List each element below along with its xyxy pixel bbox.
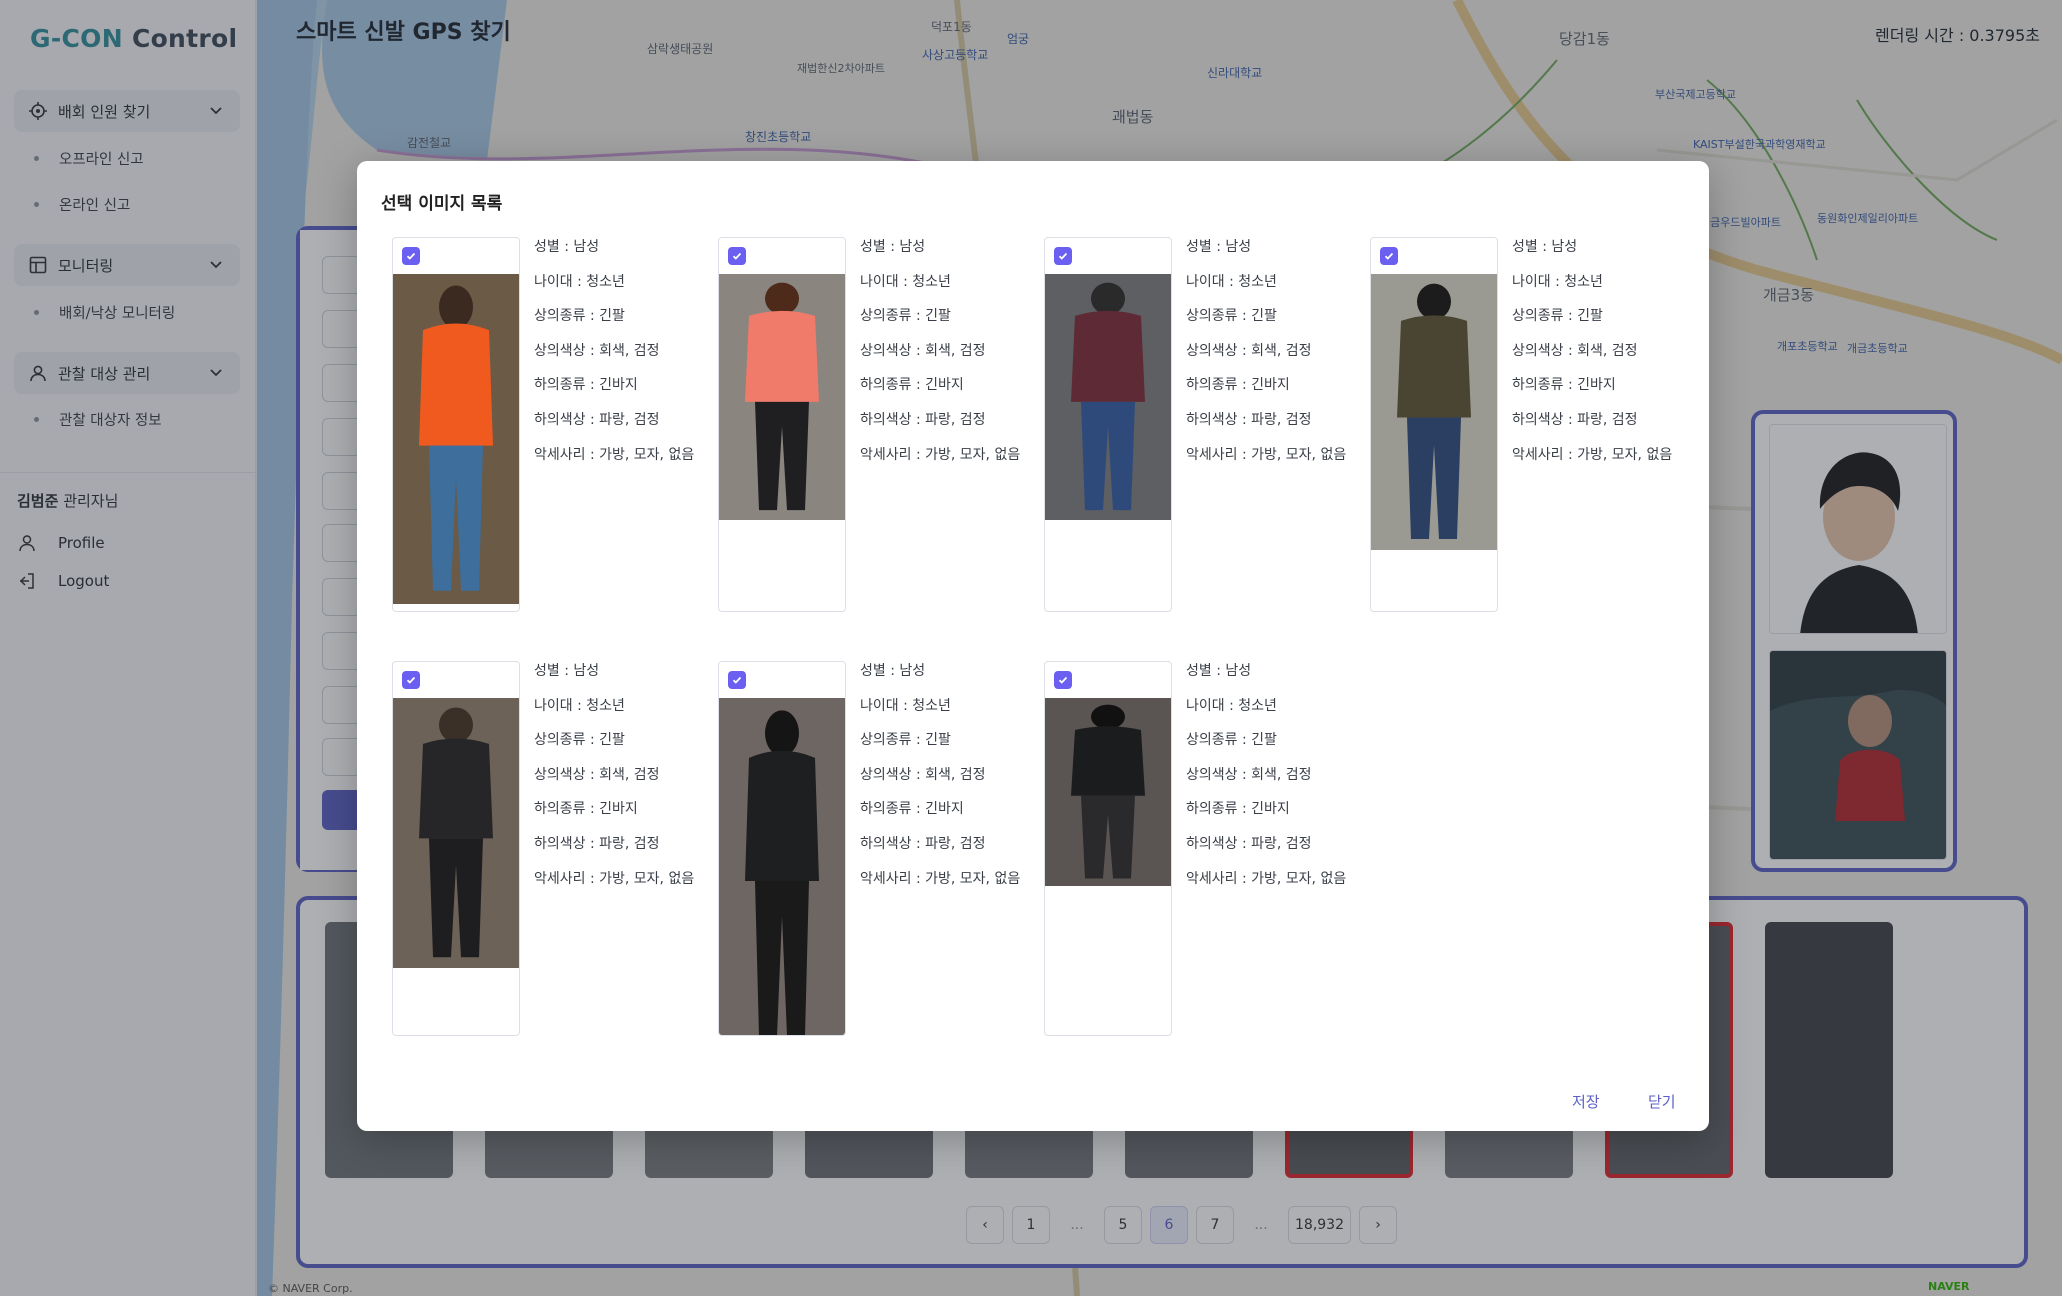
attribute-list: 성별 : 남성나이대 : 청소년상의종류 : 긴팔상의색상 : 회색, 검정하의… <box>1186 662 1346 904</box>
attribute-bottom-type: 하의종류 : 긴바지 <box>534 377 638 394</box>
attribute-bottom-type: 하의종류 : 긴바지 <box>860 801 964 818</box>
attribute-top-color: 상의색상 : 회색, 검정 <box>534 766 660 783</box>
attribute-list: 성별 : 남성나이대 : 청소년상의종류 : 긴팔상의색상 : 회색, 검정하의… <box>1186 238 1346 480</box>
attribute-top-color: 상의색상 : 회색, 검정 <box>860 342 986 359</box>
image-frame[interactable] <box>1044 237 1172 612</box>
attribute-accessory: 악세사리 : 가방, 모자, 없음 <box>1186 870 1347 887</box>
attribute-bottom-color: 하의색상 : 파랑, 검정 <box>1186 835 1312 852</box>
attribute-top-type: 상의종류 : 긴팔 <box>860 732 951 749</box>
attribute-top-type: 상의종류 : 긴팔 <box>1186 732 1277 749</box>
attribute-top-color: 상의색상 : 회색, 검정 <box>534 342 660 359</box>
attribute-bottom-type: 하의종류 : 긴바지 <box>1186 377 1290 394</box>
attribute-bottom-color: 하의색상 : 파랑, 검정 <box>860 835 986 852</box>
select-checkbox[interactable] <box>728 247 746 265</box>
attribute-bottom-color: 하의색상 : 파랑, 검정 <box>1186 411 1312 428</box>
attribute-top-color: 상의색상 : 회색, 검정 <box>1186 342 1312 359</box>
attribute-age: 나이대 : 청소년 <box>1186 273 1277 290</box>
attribute-gender: 성별 : 남성 <box>534 239 600 255</box>
attribute-age: 나이대 : 청소년 <box>1512 273 1603 290</box>
image-card: 성별 : 남성나이대 : 청소년상의종류 : 긴팔상의색상 : 회색, 검정하의… <box>1044 237 1354 617</box>
select-checkbox[interactable] <box>1054 247 1072 265</box>
attribute-list: 성별 : 남성나이대 : 청소년상의종류 : 긴팔상의색상 : 회색, 검정하의… <box>860 238 1020 480</box>
attribute-top-color: 상의색상 : 회색, 검정 <box>860 766 986 783</box>
attribute-accessory: 악세사리 : 가방, 모자, 없음 <box>534 870 695 887</box>
modal-title: 선택 이미지 목록 <box>381 194 503 214</box>
selected-images-modal: 선택 이미지 목록 성별 : 남성 나이대 : 청소년 상의종류 : 긴팔 상의색상 … <box>357 161 1709 1131</box>
attribute-top-color: 상의색상 : 회색, 검정 <box>1186 766 1312 783</box>
person-photo <box>393 698 519 968</box>
image-frame[interactable] <box>718 237 846 612</box>
attribute-bottom-color: 하의색상 : 파랑, 검정 <box>1512 411 1638 428</box>
image-card: 성별 : 남성나이대 : 청소년상의종류 : 긴팔상의색상 : 회색, 검정하의… <box>718 237 1028 617</box>
image-frame[interactable] <box>1044 661 1172 1036</box>
select-checkbox[interactable] <box>728 671 746 689</box>
attribute-top-type: 상의종류 : 긴팔 <box>534 308 625 325</box>
attribute-accessory: 악세사리 : 가방, 모자, 없음 <box>860 870 1021 887</box>
check-icon <box>732 676 742 684</box>
image-card: 성별 : 남성나이대 : 청소년상의종류 : 긴팔상의색상 : 회색, 검정하의… <box>1370 237 1680 617</box>
person-photo <box>719 698 845 1035</box>
attribute-age: 나이대 : 청소년 <box>534 697 625 714</box>
person-photo <box>1371 274 1497 550</box>
check-icon <box>1058 676 1068 684</box>
attribute-top-type: 상의종류 : 긴팔 <box>1512 308 1603 325</box>
select-checkbox[interactable] <box>402 671 420 689</box>
check-icon <box>406 676 416 684</box>
save-button[interactable]: 저장 <box>1572 1091 1600 1112</box>
attribute-age: 나이대 : 청소년 <box>860 273 951 290</box>
person-photo <box>719 274 845 520</box>
attribute-bottom-color: 하의색상 : 파랑, 검정 <box>534 411 660 428</box>
person-photo <box>1045 698 1171 886</box>
check-icon <box>1058 252 1068 260</box>
image-frame[interactable] <box>392 661 520 1036</box>
attribute-list: 성별 : 남성나이대 : 청소년상의종류 : 긴팔상의색상 : 회색, 검정하의… <box>534 662 694 904</box>
person-photo <box>393 274 519 604</box>
attribute-top-type: 상의종류 : 긴팔 <box>860 308 951 325</box>
attribute-top-type: 상의종류 : 긴팔 <box>1186 308 1277 325</box>
image-frame[interactable] <box>718 661 846 1036</box>
image-frame[interactable] <box>1370 237 1498 612</box>
select-checkbox[interactable] <box>402 247 420 265</box>
image-frame[interactable] <box>392 237 520 612</box>
attribute-top-type: 상의종류 : 긴팔 <box>534 732 625 749</box>
check-icon <box>1384 252 1394 260</box>
attribute-age: 나이대 : 청소년 <box>860 697 951 714</box>
person-photo <box>1045 274 1171 520</box>
image-card: 성별 : 남성나이대 : 청소년상의종류 : 긴팔상의색상 : 회색, 검정하의… <box>392 237 702 617</box>
attribute-age: 나이대 : 청소년 <box>1186 697 1277 714</box>
attribute-list: 성별 : 남성나이대 : 청소년상의종류 : 긴팔상의색상 : 회색, 검정하의… <box>1512 238 1672 480</box>
check-icon <box>406 252 416 260</box>
image-card: 성별 : 남성나이대 : 청소년상의종류 : 긴팔상의색상 : 회색, 검정하의… <box>1044 661 1354 1041</box>
image-card: 성별 : 남성나이대 : 청소년상의종류 : 긴팔상의색상 : 회색, 검정하의… <box>392 661 702 1041</box>
attribute-accessory: 악세사리 : 가방, 모자, 없음 <box>860 446 1021 463</box>
attribute-bottom-type: 하의종류 : 긴바지 <box>1186 801 1290 818</box>
attribute-bottom-type: 하의종류 : 긴바지 <box>534 801 638 818</box>
attribute-bottom-color: 하의색상 : 파랑, 검정 <box>860 411 986 428</box>
attribute-gender: 성별 : 남성 <box>860 663 926 679</box>
image-card: 성별 : 남성나이대 : 청소년상의종류 : 긴팔상의색상 : 회색, 검정하의… <box>718 661 1028 1041</box>
attribute-gender: 성별 : 남성 <box>1512 239 1578 255</box>
select-checkbox[interactable] <box>1054 671 1072 689</box>
close-button[interactable]: 닫기 <box>1648 1091 1676 1112</box>
select-checkbox[interactable] <box>1380 247 1398 265</box>
attribute-accessory: 악세사리 : 가방, 모자, 없음 <box>1186 446 1347 463</box>
attribute-gender: 성별 : 남성 <box>534 663 600 679</box>
attribute-list: 성별 : 남성나이대 : 청소년상의종류 : 긴팔상의색상 : 회색, 검정하의… <box>534 238 694 480</box>
check-icon <box>732 252 742 260</box>
attribute-gender: 성별 : 남성 <box>1186 239 1252 255</box>
attribute-bottom-type: 하의종류 : 긴바지 <box>1512 377 1616 394</box>
attribute-bottom-type: 하의종류 : 긴바지 <box>860 377 964 394</box>
attribute-list: 성별 : 남성나이대 : 청소년상의종류 : 긴팔상의색상 : 회색, 검정하의… <box>860 662 1020 904</box>
attribute-gender: 성별 : 남성 <box>860 239 926 255</box>
attribute-age: 나이대 : 청소년 <box>534 273 625 290</box>
attribute-top-color: 상의색상 : 회색, 검정 <box>1512 342 1638 359</box>
attribute-bottom-color: 하의색상 : 파랑, 검정 <box>534 835 660 852</box>
attribute-gender: 성별 : 남성 <box>1186 663 1252 679</box>
attribute-accessory: 악세사리 : 가방, 모자, 없음 <box>1512 446 1673 463</box>
attribute-accessory: 악세사리 : 가방, 모자, 없음 <box>534 446 695 463</box>
